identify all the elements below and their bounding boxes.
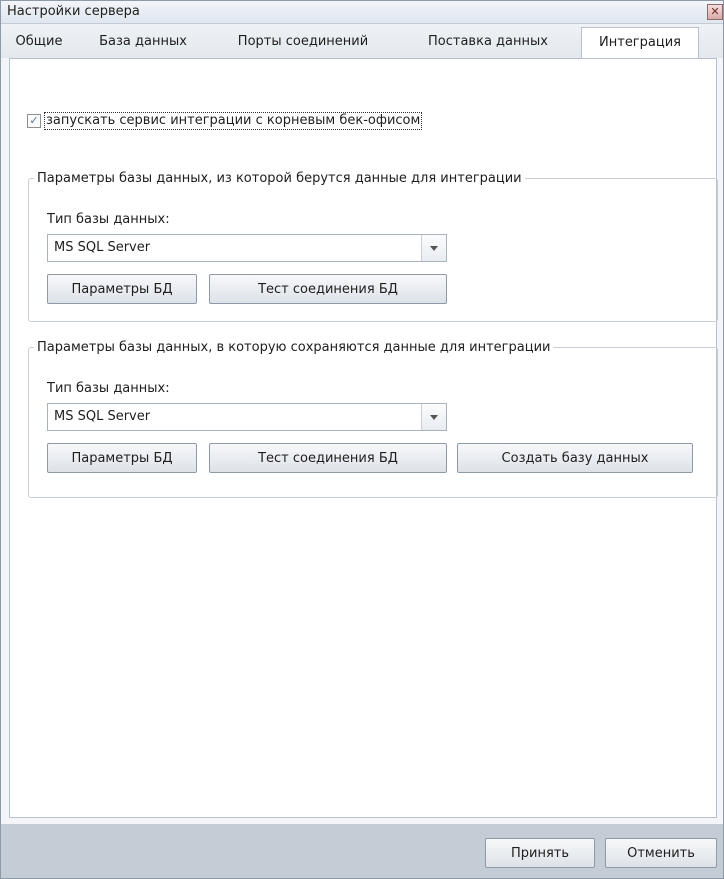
tab-data-delivery[interactable]: Поставка данных [405, 29, 571, 55]
source-db-group-legend: Параметры базы данных, из которой берутс… [37, 171, 522, 186]
integration-enable-label[interactable]: запускать сервис интеграции с корневым б… [44, 112, 423, 130]
chevron-down-icon [430, 246, 438, 251]
tab-integration[interactable]: Интеграция [581, 27, 699, 60]
target-db-group: Параметры базы данных, в которую сохраня… [28, 340, 718, 498]
chevron-down-icon [430, 415, 438, 420]
target-db-type-value: MS SQL Server [54, 409, 151, 424]
tab-connection-ports[interactable]: Порты соединений [215, 29, 391, 55]
source-db-params-button[interactable]: Параметры БД [47, 274, 197, 304]
create-database-button[interactable]: Создать базу данных [457, 443, 693, 473]
tab-bar: Общие База данных Порты соединений Поста… [1, 24, 723, 60]
integration-enable-checkbox[interactable]: ✓ [27, 114, 41, 128]
target-db-params-button[interactable]: Параметры БД [47, 443, 197, 473]
target-db-type-label: Тип базы данных: [47, 381, 170, 396]
integration-tab-panel: ✓ запускать сервис интеграции с корневым… [9, 58, 718, 818]
source-db-test-button[interactable]: Тест соединения БД [209, 274, 447, 304]
accept-button[interactable]: Принять [485, 838, 595, 868]
source-db-type-select[interactable]: MS SQL Server [47, 234, 447, 262]
source-db-group: Параметры базы данных, из которой берутс… [28, 171, 718, 322]
source-db-type-label: Тип базы данных: [47, 212, 170, 227]
title-bar: Настройки сервера ✕ [1, 1, 723, 24]
checkmark-icon: ✓ [29, 114, 39, 127]
target-db-group-legend: Параметры базы данных, в которую сохраня… [37, 340, 551, 355]
cancel-button[interactable]: Отменить [605, 838, 717, 868]
tab-general[interactable]: Общие [7, 29, 71, 55]
tab-database[interactable]: База данных [85, 29, 201, 55]
source-db-type-dropdown-button[interactable] [421, 235, 446, 261]
close-button[interactable]: ✕ [707, 4, 723, 20]
source-db-type-value: MS SQL Server [54, 240, 151, 255]
dialog-footer: Принять Отменить [1, 824, 723, 878]
target-db-test-button[interactable]: Тест соединения БД [209, 443, 447, 473]
server-settings-window: Настройки сервера ✕ Общие База данных По… [0, 0, 724, 879]
close-icon: ✕ [710, 5, 720, 18]
target-db-type-dropdown-button[interactable] [421, 404, 446, 430]
target-db-type-select[interactable]: MS SQL Server [47, 403, 447, 431]
window-title: Настройки сервера [7, 4, 140, 19]
